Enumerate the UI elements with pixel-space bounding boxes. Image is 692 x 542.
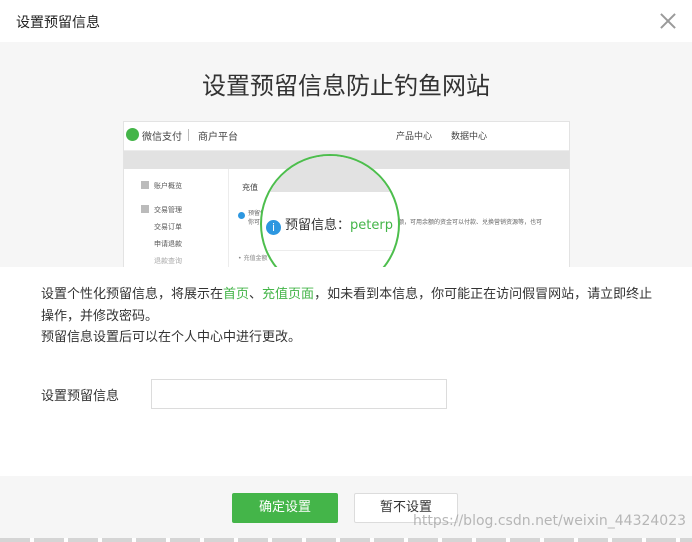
preview-sidebar-item: 账户概览 — [154, 182, 182, 190]
underlying-page-strip — [0, 538, 692, 542]
dialog-body: 设置个性化预留信息，将展示在首页、充值页面，如未看到本信息，你可能正在访问假冒网… — [0, 267, 692, 476]
info-icon: i — [266, 220, 281, 235]
grid-icon — [141, 181, 149, 189]
magnifier-value: peterp — [350, 218, 393, 233]
reserved-info-input[interactable] — [151, 379, 447, 409]
recharge-page-link[interactable]: 充值页面 — [262, 287, 314, 302]
hero-section: 设置预留信息防止钓鱼网站 微信支付 商户平台 产品中心 数据中心 账户概览 交易… — [0, 42, 692, 294]
magnifier-divider — [262, 250, 398, 251]
preview-sidebar: 账户概览 交易管理 交易订单 申请退款 退款查询 — [124, 169, 229, 268]
magnifier-band — [262, 156, 398, 192]
preview-sidebar-item: 交易管理 — [154, 206, 182, 214]
close-icon[interactable] — [655, 8, 681, 34]
home-link[interactable]: 首页 — [223, 287, 249, 302]
preview-sidebar-item: 交易订单 — [154, 223, 182, 231]
preview-merchant: 商户平台 — [198, 132, 238, 143]
info-icon — [238, 212, 245, 219]
wechat-pay-logo-icon — [126, 128, 139, 141]
dialog-header: 设置预留信息 — [0, 0, 692, 42]
preview-topbar: 微信支付 商户平台 产品中心 数据中心 — [124, 122, 569, 151]
list-icon — [141, 205, 149, 213]
description-separator: 、 — [249, 287, 263, 302]
preview-nav-products: 产品中心 — [396, 132, 433, 142]
preview-sidebar-item: 申请退款 — [154, 240, 182, 248]
dialog-footer: 确定设置 暂不设置 https://blog.csdn.net/weixin_4… — [0, 476, 692, 542]
description-text: 设置个性化预留信息，将展示在 — [41, 287, 224, 302]
hero-title: 设置预留信息防止钓鱼网站 — [202, 72, 490, 100]
watermark: https://blog.csdn.net/weixin_44324023 — [413, 513, 687, 529]
magnifier-label: 预留信息： — [285, 218, 351, 233]
description: 设置个性化预留信息，将展示在首页、充值页面，如未看到本信息，你可能正在访问假冒网… — [41, 284, 656, 349]
preview-tab: 充值 — [242, 183, 258, 192]
preview-brand: 微信支付 — [142, 132, 182, 143]
preview-amount-label: • 充值金额 — [238, 255, 268, 262]
preview-sidebar-item: 退款查询 — [154, 257, 182, 265]
description-note: 预留信息设置后可以在个人中心中进行更改。 — [41, 330, 302, 345]
dialog-title: 设置预留信息 — [16, 15, 100, 31]
reserved-info-dialog: 设置预留信息 设置预留信息防止钓鱼网站 微信支付 商户平台 产品中心 数据中心 … — [0, 0, 692, 542]
preview-nav-data: 数据中心 — [451, 132, 488, 142]
preview-divider — [188, 129, 189, 141]
confirm-button[interactable]: 确定设置 — [232, 493, 338, 523]
reserved-info-label: 设置预留信息 — [41, 389, 120, 404]
magnifier-info: i 预留信息：peterp — [266, 214, 393, 235]
